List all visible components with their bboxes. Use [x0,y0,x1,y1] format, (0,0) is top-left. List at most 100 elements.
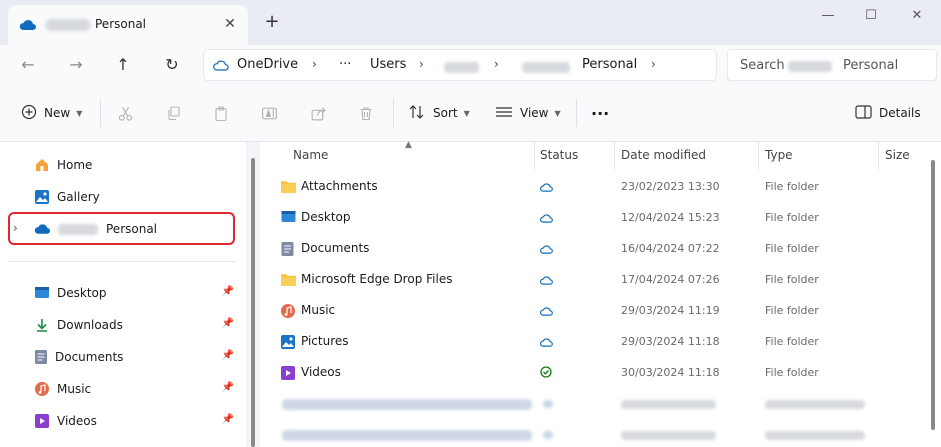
navigation-pane: Home Gallery › Personal Desktop 📌 Downlo… [0,142,246,447]
chevron-down-icon: ▼ [554,108,561,118]
date-modified: 30/03/2024 11:18 [621,366,720,379]
breadcrumb-more[interactable]: ··· [339,57,351,72]
cloud-status-icon [540,274,553,288]
back-button[interactable]: ← [16,53,40,77]
sidebar-item-music[interactable]: Music 📌 [12,376,234,402]
sidebar-item-label: Music [57,382,92,396]
pin-icon[interactable]: 📌 [222,382,234,393]
table-row[interactable]: Desktop 12/04/2024 15:23 File folder [260,203,920,234]
column-divider[interactable] [878,142,879,170]
sidebar-item-documents[interactable]: Documents 📌 [12,344,234,370]
search-label: Search [740,58,785,73]
column-divider[interactable] [534,142,535,170]
breadcrumb-chevron-icon[interactable]: › [494,57,499,71]
pin-icon[interactable]: 📌 [222,414,234,425]
rename-icon[interactable] [261,102,278,124]
file-type: File folder [765,273,819,286]
forward-button[interactable]: → [64,53,88,77]
table-row[interactable]: Attachments 23/02/2023 13:30 File folder [260,172,920,203]
table-row[interactable]: Microsoft Edge Drop Files 17/04/2024 07:… [260,265,920,296]
navigation-row: ← → ↑ ↻ OneDrive › ··· Users › › Persona… [0,45,941,85]
chevron-down-icon: ▼ [463,108,470,118]
tab-title: Personal [95,17,147,31]
sort-label: Sort [433,106,458,120]
table-row[interactable]: Documents 16/04/2024 07:22 File folder [260,234,920,265]
view-label: View [520,106,549,120]
videos-icon [280,365,296,384]
music-icon [280,303,296,322]
documents-icon [280,241,295,260]
sidebar-scrollbar-thumb[interactable] [251,158,255,447]
cut-icon[interactable] [117,102,134,124]
documents-icon [34,349,48,365]
column-divider[interactable] [614,142,615,170]
file-name: Desktop [301,210,351,224]
table-row[interactable]: Pictures 29/03/2024 11:18 File folder [260,327,920,358]
maximize-button[interactable]: ☐ [861,6,881,26]
sidebar-item-label: Videos [57,414,97,428]
file-list: ▲ Name Status Date modified Type Size At… [260,140,941,447]
delete-icon[interactable] [358,102,374,124]
tab-personal[interactable]: Personal ✕ [8,5,248,45]
up-button[interactable]: ↑ [111,53,135,77]
sidebar-item-label: Downloads [57,318,123,332]
column-header-date-modified[interactable]: Date modified [621,148,706,162]
details-button[interactable]: Details [855,102,921,124]
minimize-button[interactable]: — [818,6,838,26]
folder-icon [280,272,297,290]
file-type: File folder [765,180,819,193]
search-box[interactable]: Search Personal [727,49,937,81]
plus-circle-icon [21,104,37,123]
title-bar: Personal ✕ + — ☐ ✕ [0,0,941,45]
share-icon[interactable] [310,102,327,124]
cloud-status-icon [540,336,553,350]
date-modified: 29/03/2024 11:18 [621,335,720,348]
breadcrumb-onedrive[interactable]: OneDrive [237,57,298,72]
file-list-scrollbar-thumb[interactable] [931,160,935,430]
sidebar-item-partial [12,440,234,447]
cloud-status-icon [540,181,553,195]
download-icon [34,317,50,333]
new-tab-button[interactable]: + [262,12,282,32]
close-window-button[interactable]: ✕ [907,6,927,26]
paste-icon[interactable] [213,102,229,124]
desktop-icon [34,286,50,300]
sidebar-item-videos[interactable]: Videos 📌 [12,408,234,434]
column-divider[interactable] [758,142,759,170]
address-bar[interactable]: OneDrive › ··· Users › › Personal › [203,49,717,81]
pin-icon[interactable]: 📌 [222,318,234,329]
sidebar-item-home[interactable]: Home [12,152,234,178]
table-row-blurred[interactable] [260,389,920,420]
sidebar-item-downloads[interactable]: Downloads 📌 [12,312,234,338]
breadcrumb-personal[interactable]: Personal [582,57,637,72]
file-name: Microsoft Edge Drop Files [301,272,453,286]
pin-icon[interactable]: 📌 [222,286,234,297]
close-tab-icon[interactable]: ✕ [220,14,240,34]
selection-highlight-box [8,212,235,245]
blurred-date [621,400,716,409]
divider [10,261,236,262]
breadcrumb-users[interactable]: Users [370,57,406,72]
more-options-button[interactable]: ··· [591,102,609,124]
sidebar-scrollbar[interactable] [246,142,260,447]
copy-icon[interactable] [166,102,182,124]
column-header-status[interactable]: Status [540,148,578,162]
sidebar-item-gallery[interactable]: Gallery [12,184,234,210]
table-row[interactable]: Videos 30/03/2024 11:18 File folder [260,358,920,389]
table-row-blurred[interactable] [260,420,920,447]
column-header-name[interactable]: Name [293,148,328,162]
file-list-scrollbar[interactable] [925,142,941,447]
sidebar-item-desktop[interactable]: Desktop 📌 [12,280,234,306]
pin-icon[interactable]: 📌 [222,350,234,361]
view-button[interactable]: View ▼ [495,102,561,124]
new-button[interactable]: New ▼ [21,102,82,124]
column-header-size[interactable]: Size [885,148,910,162]
refresh-button[interactable]: ↻ [160,53,184,77]
column-header-type[interactable]: Type [765,148,793,162]
breadcrumb-chevron-icon[interactable]: › [419,57,424,71]
sort-button[interactable]: Sort ▼ [408,102,470,124]
table-row[interactable]: Music 29/03/2024 11:19 File folder [260,296,920,327]
breadcrumb-chevron-icon[interactable]: › [651,57,656,71]
breadcrumb-chevron-icon[interactable]: › [312,57,317,71]
sidebar-item-label: Home [57,158,93,172]
